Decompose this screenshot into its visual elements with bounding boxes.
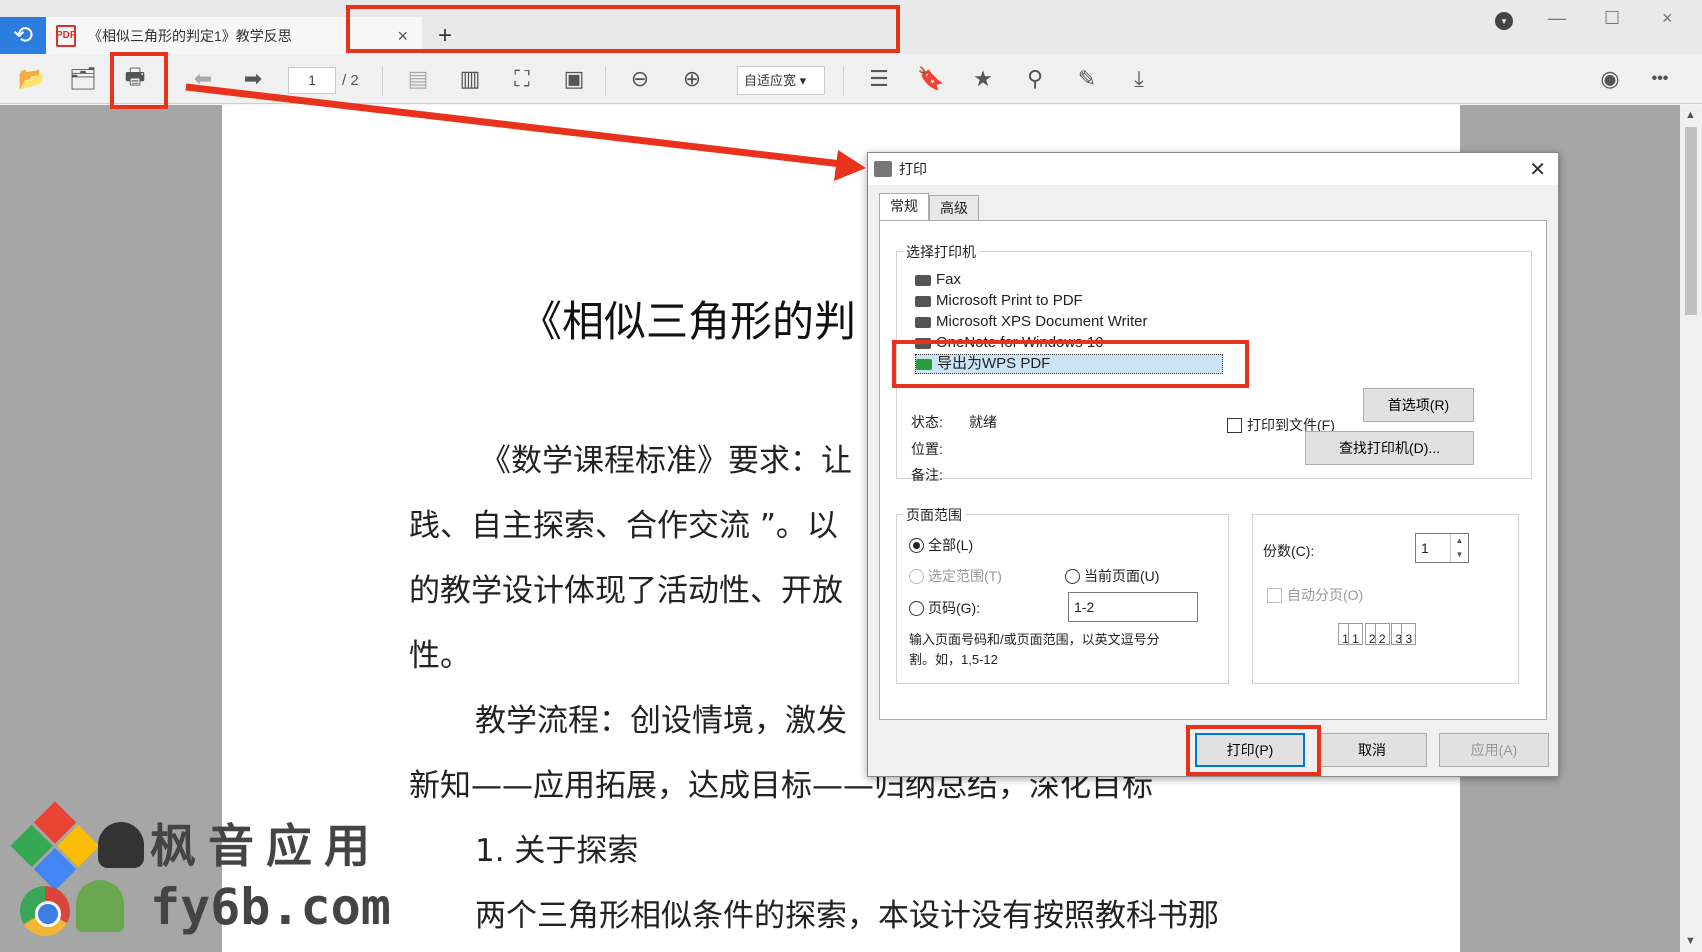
annotation-arrow xyxy=(185,83,866,181)
arrow-shaft xyxy=(185,83,851,169)
arrow-head xyxy=(834,150,866,181)
